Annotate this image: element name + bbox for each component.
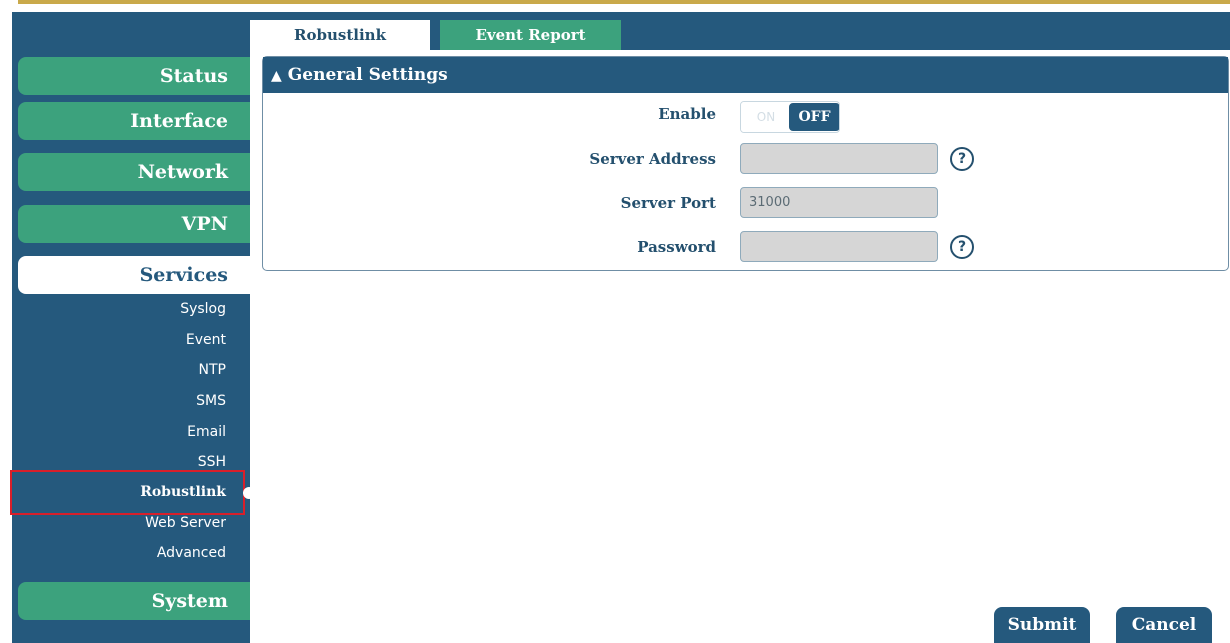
menu-item-system[interactable]: System [18, 582, 250, 620]
toggle-on-label: ON [741, 102, 791, 132]
cancel-button[interactable]: Cancel [1116, 607, 1212, 643]
services-item-ntp[interactable]: NTP [18, 358, 230, 382]
services-item-syslog[interactable]: Syslog [18, 297, 230, 321]
top-accent-line [18, 0, 1230, 4]
toggle-off-label: OFF [789, 103, 839, 131]
services-item-sms[interactable]: SMS [18, 389, 230, 413]
services-item-event[interactable]: Event [18, 328, 230, 352]
password-help-icon[interactable]: ? [950, 235, 974, 259]
menu-item-network[interactable]: Network [18, 153, 250, 191]
enable-label: Enable [658, 105, 716, 123]
services-item-email[interactable]: Email [18, 420, 230, 444]
active-indicator-dot [243, 487, 255, 499]
chevron-up-icon[interactable]: ▲ [271, 68, 282, 84]
menu-item-interface[interactable]: Interface [18, 102, 250, 140]
menu-item-vpn[interactable]: VPN [18, 205, 250, 243]
tab-robustlink[interactable]: Robustlink [250, 20, 430, 50]
server-address-label: Server Address [589, 150, 716, 168]
password-input[interactable] [740, 231, 938, 262]
panel-header[interactable]: ▲ General Settings [263, 57, 1228, 93]
enable-toggle[interactable]: ON OFF [740, 101, 840, 133]
submit-button[interactable]: Submit [994, 607, 1090, 643]
server-port-input[interactable]: 31000 [740, 187, 938, 218]
server-address-help-icon[interactable]: ? [950, 147, 974, 171]
selection-highlight [10, 470, 245, 515]
panel-title: General Settings [287, 65, 448, 85]
menu-item-services[interactable]: Services [18, 256, 250, 294]
services-item-advanced[interactable]: Advanced [18, 541, 230, 565]
tab-event-report[interactable]: Event Report [440, 20, 621, 50]
server-address-input[interactable] [740, 143, 938, 174]
menu-item-status[interactable]: Status [18, 57, 250, 95]
password-label: Password [637, 238, 716, 256]
server-port-label: Server Port [620, 194, 716, 212]
